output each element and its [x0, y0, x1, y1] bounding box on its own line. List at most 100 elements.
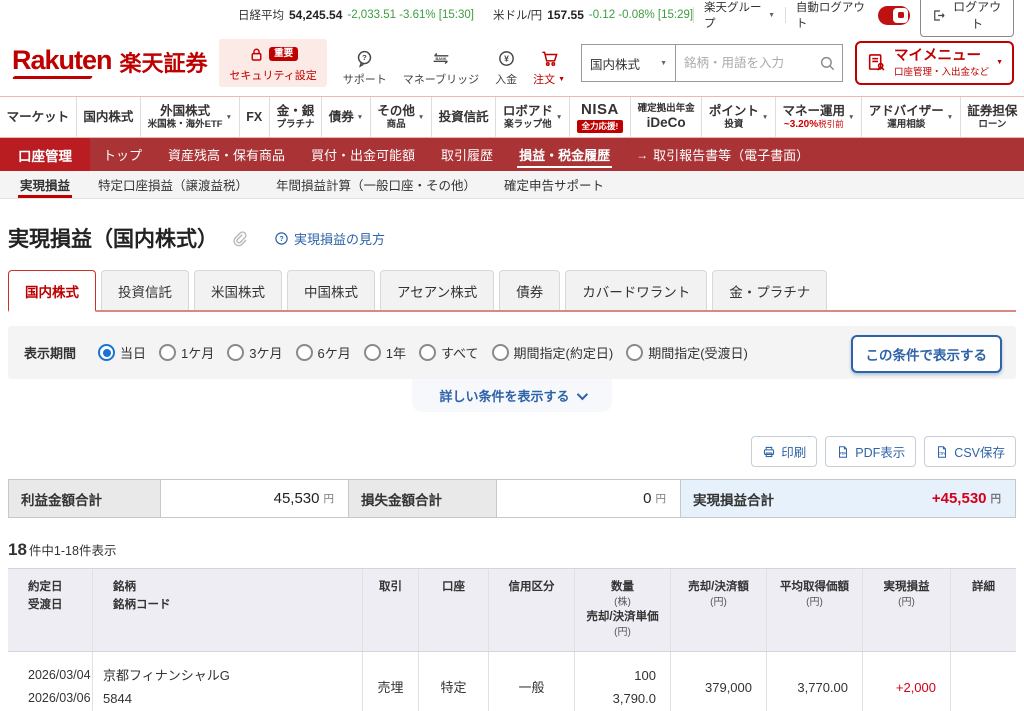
chevron-down-icon: ▼ [225, 113, 232, 121]
rakuten-securities-logo[interactable]: Rakuten 楽天証券 [12, 47, 208, 79]
detail-conditions-toggle[interactable]: 詳しい条件を表示する [412, 379, 612, 412]
detail-conditions-label: 詳しい条件を表示する [439, 389, 570, 404]
period-radio-label: すべて [440, 346, 479, 361]
svg-text:CSV: CSV [939, 451, 947, 455]
logout-button[interactable]: ログアウト [920, 0, 1014, 37]
global-nav-item-14[interactable]: 証券担保 ローン [961, 97, 1024, 137]
global-nav-item-7[interactable]: 投資信託 [432, 97, 497, 137]
account-nav-item-1[interactable]: 資産残高・保有商品 [155, 138, 298, 171]
period-radio-label: 期間指定(約定日) [513, 346, 614, 361]
pl-help-link[interactable]: ? 実現損益の見方 [274, 229, 385, 248]
money-bridge-link[interactable]: BANK マネーブリッジ [403, 48, 479, 87]
search-input[interactable] [676, 56, 813, 70]
tab-4[interactable]: アセアン株式 [380, 270, 495, 310]
important-badge: 重要 [269, 47, 299, 61]
export-actions: 印刷 PDF PDF表示 CSV CSV保存 [8, 436, 1016, 467]
period-radio-0[interactable]: 当日 [98, 343, 146, 362]
sub-nav-item-0[interactable]: 実現損益 [6, 171, 84, 198]
pdf-view-button[interactable]: PDF PDF表示 [825, 436, 917, 467]
radio-icon [227, 344, 245, 361]
global-nav-item-12[interactable]: マネー運用 ~3.20%税引前 ▼ [776, 97, 863, 137]
global-nav-item-10[interactable]: 確定拠出年金 iDeCo [631, 97, 703, 137]
global-nav-item-4[interactable]: 金・銀 プラチナ [270, 97, 323, 137]
account-nav-item-2[interactable]: 買付・出金可能額 [298, 138, 428, 171]
tab-2[interactable]: 米国株式 [194, 270, 282, 310]
global-nav-item-1[interactable]: 国内株式 [77, 97, 141, 137]
period-radio-label: 1ケ月 [181, 346, 215, 361]
nav-item-label: 証券担保 [967, 103, 1018, 118]
tab-1[interactable]: 投資信託 [101, 270, 189, 310]
global-nav-item-5[interactable]: 債券 ▼ [322, 97, 371, 137]
nav-item-sublabel: 運用相談 [887, 118, 926, 130]
period-radio-4[interactable]: 1年 [363, 343, 406, 362]
svg-text:?: ? [279, 235, 283, 243]
global-nav-item-3[interactable]: FX [240, 97, 270, 137]
cell-symbol: 京都フィナンシャルG 5844 [93, 651, 363, 711]
global-nav-item-9[interactable]: NISA 全力応援! [570, 97, 631, 137]
global-nav-item-11[interactable]: ポイント 投資 ▼ [702, 97, 776, 137]
search-icon [819, 55, 836, 72]
sub-nav-item-1[interactable]: 特定口座損益（譲渡益税） [84, 171, 262, 198]
tab-3[interactable]: 中国株式 [287, 270, 375, 310]
csv-save-button[interactable]: CSV CSV保存 [924, 436, 1016, 467]
profit-total-label: 利益金額合計 [9, 480, 161, 517]
tab-6[interactable]: カバードワラント [565, 270, 708, 310]
nav-item-label: 確定拠出年金 [637, 103, 695, 115]
auto-logout-toggle[interactable] [878, 5, 911, 25]
search-button[interactable] [812, 45, 842, 81]
sub-nav-item-3[interactable]: 確定申告サポート [490, 171, 618, 198]
rakuten-group-link[interactable]: 楽天グループ ▼ [704, 0, 775, 31]
deposit-link[interactable]: ¥ 入金 [495, 48, 517, 87]
global-nav-item-6[interactable]: その他 商品 ▼ [371, 97, 432, 137]
chevron-down-icon: ▼ [996, 59, 1003, 67]
order-link[interactable]: 注文 ▼ [533, 48, 565, 87]
pl-help-label: 実現損益の見方 [294, 231, 386, 247]
chevron-down-icon: ▼ [946, 113, 954, 121]
global-nav-item-8[interactable]: ロボアド 楽ラップ他 ▼ [496, 97, 570, 137]
period-radio-1[interactable]: 1ケ月 [159, 343, 214, 362]
sub-nav-item-2[interactable]: 年間損益計算（一般口座・その他） [262, 171, 490, 198]
period-radio-5[interactable]: すべて [418, 343, 479, 362]
radio-icon [626, 344, 644, 361]
tab-5[interactable]: 債券 [499, 270, 561, 310]
account-nav-item-0[interactable]: トップ [90, 138, 155, 171]
nav-item-sublabel: 投資 [724, 118, 744, 130]
deposit-label: 入金 [495, 74, 518, 86]
cell-account-type: 特定 [419, 651, 489, 711]
global-nav-item-2[interactable]: 外国株式 米国株・海外ETF ▼ [141, 97, 240, 137]
apply-filter-button[interactable]: この条件で表示する [850, 335, 1002, 373]
usdjpy-value: 157.55 [547, 8, 584, 22]
account-nav-item-3[interactable]: 取引履歴 [428, 138, 506, 171]
period-radio-3[interactable]: 6ケ月 [295, 343, 351, 362]
auto-logout-label: 自動ログアウト [795, 2, 865, 30]
nav-item-sublabel: ローン [978, 118, 1007, 130]
radio-icon [295, 344, 313, 361]
paperclip-icon[interactable] [230, 229, 248, 247]
support-link[interactable]: ? サポート [343, 48, 387, 87]
cell-detail [951, 652, 1016, 711]
cell-avg-price-text: 3,770.00 [797, 679, 848, 695]
account-management-home[interactable]: 口座管理 [0, 138, 90, 171]
my-menu-button[interactable]: マイメニュー 口座管理・入出金など ▼ [855, 40, 1014, 86]
search-category-select[interactable]: 国内株式 ▼ [582, 45, 677, 81]
symbol-search: 国内株式 ▼ [581, 44, 844, 82]
global-nav-item-13[interactable]: アドバイザー 運用相談 ▼ [862, 97, 961, 137]
account-nav-item-4[interactable]: 損益・税金履歴 [506, 138, 623, 171]
nav-rate-accent: ~3.20% [783, 118, 819, 130]
nav-item-sublabel: iDeCo [646, 114, 686, 130]
period-radio-2[interactable]: 3ケ月 [227, 343, 283, 362]
global-nav-item-0[interactable]: マーケット [0, 97, 77, 137]
tab-7[interactable]: 金・プラチナ [712, 270, 828, 310]
nav-item-label: 国内株式 [83, 109, 134, 124]
cell-quantity: 100 3,790.0 [575, 651, 671, 711]
nav-item-label: マーケット [6, 109, 70, 124]
account-nav-item-5[interactable]: → 取引報告書等（電子書面） [623, 138, 822, 171]
security-settings-link[interactable]: 重要 セキュリティ設定 [219, 39, 327, 87]
period-radio-7[interactable]: 期間指定(受渡日) [626, 343, 748, 362]
period-radio-6[interactable]: 期間指定(約定日) [491, 343, 614, 362]
tab-0[interactable]: 国内株式 [8, 270, 96, 312]
account-nav-items: トップ 資産残高・保有商品 買付・出金可能額 取引履歴 損益・税金履歴 → 取引報告書等（電… [90, 138, 822, 171]
column-header-6: 売却/決済額 (円) [671, 569, 767, 651]
period-radio-group: 当日 1ケ月 3ケ月 6ケ月 1年 すべて 期間指定(約定日) 期間指定(受渡日) [98, 343, 761, 362]
print-button[interactable]: 印刷 [751, 436, 818, 467]
